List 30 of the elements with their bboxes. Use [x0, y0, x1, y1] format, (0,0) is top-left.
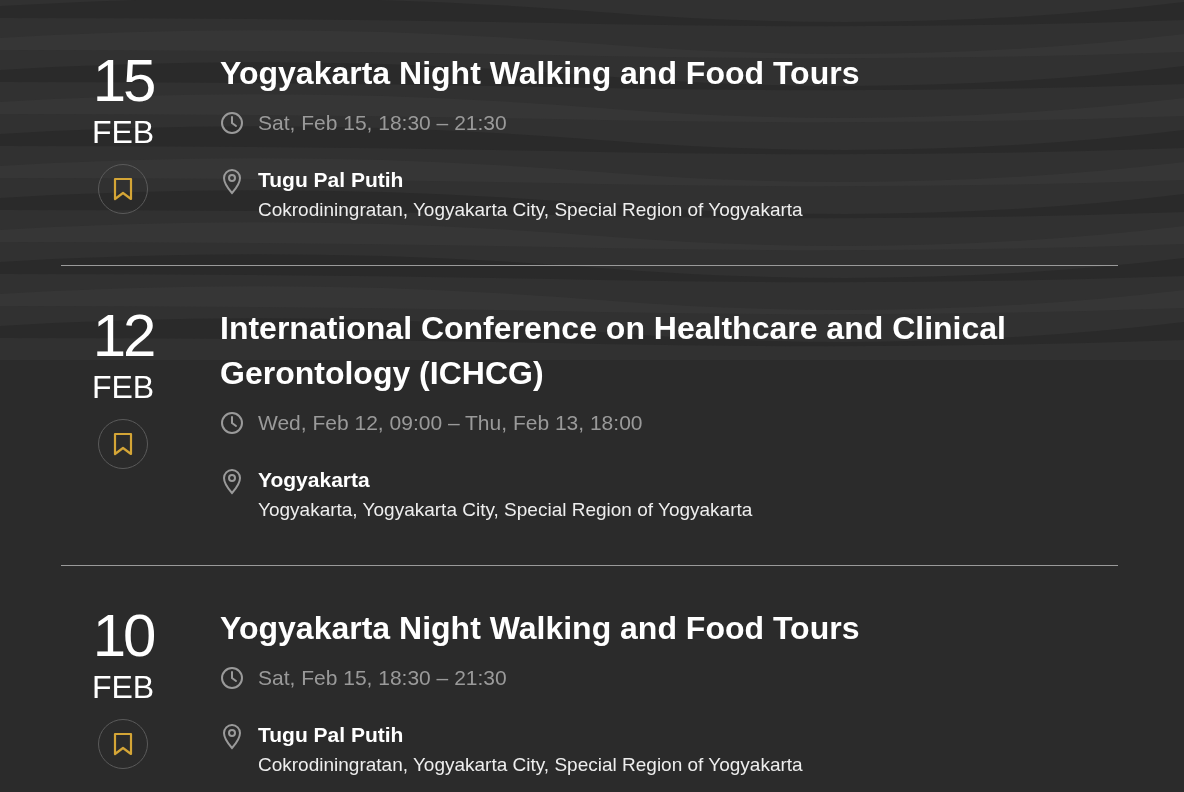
- location-pin-icon: [220, 467, 244, 495]
- bookmark-icon: [112, 432, 134, 456]
- event-time: Sat, Feb 15, 18:30 – 21:30: [258, 666, 507, 690]
- venue-name: Tugu Pal Putih: [258, 167, 405, 193]
- bookmark-button[interactable]: [98, 164, 148, 214]
- date-day: 10: [92, 606, 154, 666]
- event-time: Wed, Feb 12, 09:00 – Thu, Feb 13, 18:00: [258, 411, 643, 435]
- bookmark-button[interactable]: [98, 419, 148, 469]
- venue-name: Tugu Pal Putih: [258, 722, 405, 748]
- event-title[interactable]: Yogyakarta Night Walking and Food Tours: [220, 51, 1118, 96]
- clock-icon: [220, 666, 244, 690]
- event-title[interactable]: International Conference on Healthcare and Clinical Gerontology (ICHCG): [220, 306, 1118, 396]
- venue-address: Cokrodiningratan, Yogyakarta City, Special Region of Yogyakarta: [258, 753, 803, 777]
- venue-address: Cokrodiningratan, Yogyakarta City, Special Region of Yogyakarta: [258, 198, 803, 222]
- bookmark-icon: [112, 732, 134, 756]
- date-day: 12: [92, 306, 154, 366]
- date-day: 15: [92, 51, 154, 111]
- clock-icon: [220, 411, 244, 435]
- clock-icon: [220, 111, 244, 135]
- date-month: FEB: [91, 114, 155, 150]
- location-pin-icon: [220, 167, 244, 195]
- bookmark-button[interactable]: [98, 719, 148, 769]
- venue-address: Yogyakarta, Yogyakarta City, Special Region of Yogyakarta: [258, 498, 753, 522]
- date-month: FEB: [91, 369, 155, 405]
- date-month: FEB: [91, 669, 155, 705]
- event-time: Sat, Feb 15, 18:30 – 21:30: [258, 111, 507, 135]
- location-pin-icon: [220, 722, 244, 750]
- venue-name: Yogyakarta: [258, 467, 371, 493]
- bookmark-icon: [112, 177, 134, 201]
- event-title[interactable]: Yogyakarta Night Walking and Food Tours: [220, 606, 1118, 651]
